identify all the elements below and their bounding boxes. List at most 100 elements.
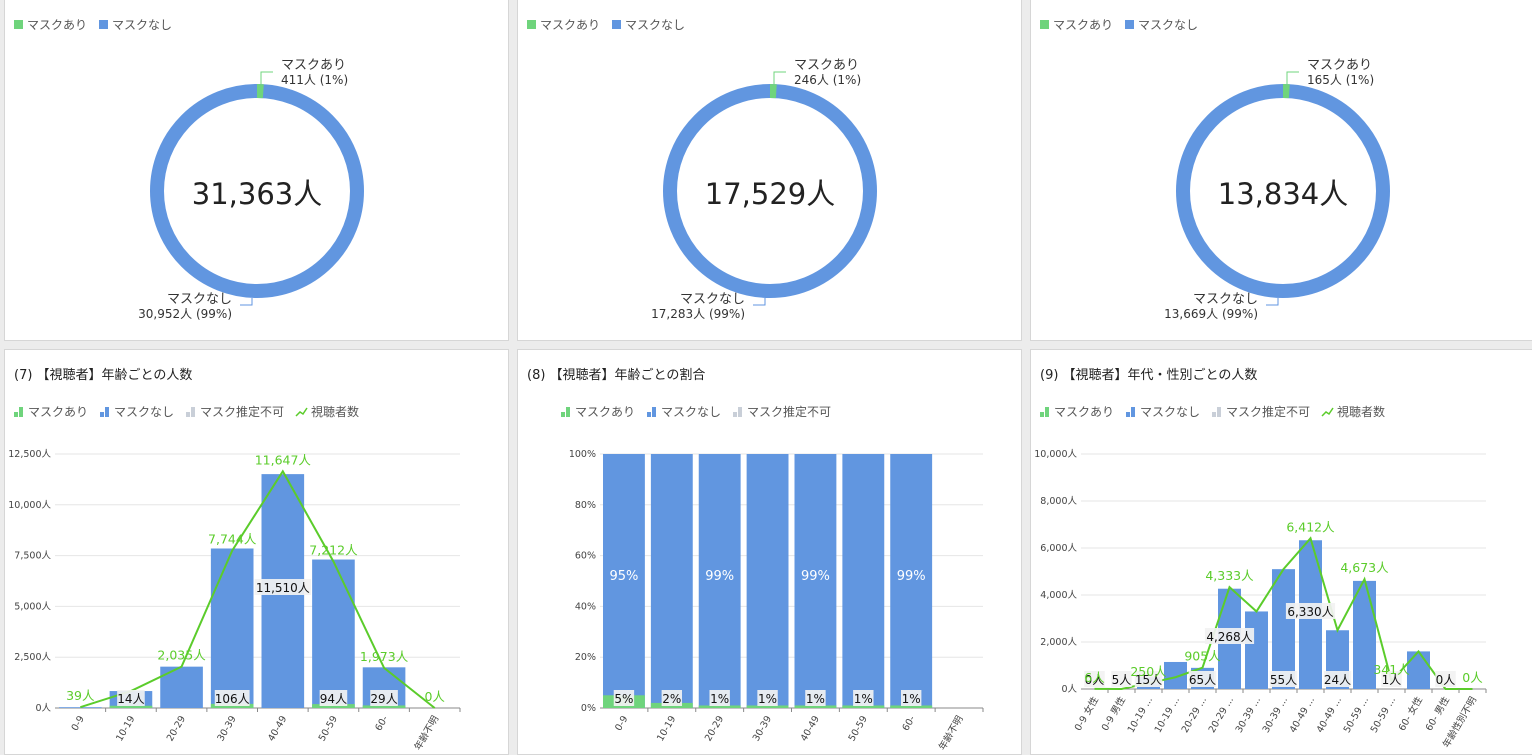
leader-line-on xyxy=(1287,72,1299,84)
leader-line-on xyxy=(774,72,786,84)
donut-panel-1: マスクあり マスクなし 31,363人 マスクあり 411人 (1%) マスクな… xyxy=(4,0,509,341)
chart8-xtick: 0-9 xyxy=(613,714,630,733)
chart7-xtick: 20-29 xyxy=(165,714,188,743)
chart7-line-label: 11,647人 xyxy=(255,452,312,467)
chart8-off-label: 99% xyxy=(801,569,830,584)
donut-center-value: 17,529人 xyxy=(705,177,835,211)
chart8-off-label: 95% xyxy=(609,569,638,584)
chart7-line-label: 39人 xyxy=(66,688,95,703)
chart8-panel: (8) 【視聴者】年齢ごとの割合 マスクあり マスクなし マスク推定不可 0%2… xyxy=(517,349,1022,755)
chart7-plot: 0人2,500人5,000人7,500人10,000人12,500人14人106… xyxy=(5,350,509,755)
chart8-off-label: 99% xyxy=(897,569,926,584)
chart7-bar-mask-off xyxy=(59,707,102,708)
chart8-bar-mask-off xyxy=(842,454,884,708)
chart7-ytick: 12,500人 xyxy=(8,449,51,460)
chart7-ytick: 10,000人 xyxy=(8,500,51,511)
chart7-line-label: 7,212人 xyxy=(309,542,358,557)
chart9-xtick: 40-49 ... xyxy=(1315,695,1344,735)
chart9-xtick: 60- 男性 xyxy=(1423,694,1452,733)
chart7-xtick: 40-49 xyxy=(266,714,289,743)
donut-off-label: マスクなし xyxy=(167,292,232,307)
chart9-bar-mask-off xyxy=(1245,611,1268,689)
donut-off-value: 13,669人 (99%) xyxy=(1164,307,1258,321)
chart9-ytick: 10,000人 xyxy=(1034,449,1077,460)
chart9-xtick: 20-29 ... xyxy=(1207,695,1236,735)
chart7-ytick: 0人 xyxy=(35,703,51,714)
chart7-xtick: 10-19 xyxy=(114,714,137,743)
leader-line-on xyxy=(261,72,273,84)
chart8-off-label: 99% xyxy=(705,569,734,584)
chart9-bar-mask-off xyxy=(1164,662,1187,689)
chart8-on-label: 1% xyxy=(806,692,825,706)
chart9-line-label: 0人 xyxy=(1462,670,1483,685)
chart9-bar-label: 4,268人 xyxy=(1206,630,1252,644)
chart8-on-label: 5% xyxy=(614,692,633,706)
donut-on-label: マスクあり xyxy=(794,58,859,73)
chart8-plot: 0%20%40%60%80%100%5%2%1%1%1%1%1%95%99%99… xyxy=(518,350,1022,755)
donut-off-label: マスクなし xyxy=(1193,292,1258,307)
chart7-xtick: 60- xyxy=(373,714,390,733)
chart9-xtick: 60- 女性 xyxy=(1396,694,1425,733)
chart9-ytick: 8,000人 xyxy=(1040,496,1077,507)
donut-center-value: 13,834人 xyxy=(1218,177,1348,211)
donut-on-label: マスクあり xyxy=(1307,58,1372,73)
chart9-xtick: 30-39 ... xyxy=(1234,695,1263,735)
donut-center-value: 31,363人 xyxy=(192,177,322,211)
donut-on-value: 411人 (1%) xyxy=(281,73,348,87)
leader-line-off xyxy=(753,298,765,305)
chart9-ytick: 4,000人 xyxy=(1040,590,1077,601)
chart9-line-label: 6人 xyxy=(1084,670,1105,685)
chart8-on-label: 1% xyxy=(710,692,729,706)
chart8-bar-mask-off xyxy=(747,454,789,708)
donut-off-value: 30,952人 (99%) xyxy=(138,307,232,321)
chart9-bar-label: 55人 xyxy=(1270,673,1297,687)
donut-chart: 31,363人 マスクあり 411人 (1%) マスクなし 30,952人 (9… xyxy=(5,0,509,341)
chart9-bar-label: 5人 xyxy=(1112,673,1132,687)
chart7-bar-label: 94人 xyxy=(320,692,347,706)
chart9-xtick: 0-9 女性 xyxy=(1072,694,1101,733)
chart9-bar-label: 24人 xyxy=(1324,673,1351,687)
chart9-line-label: 4,673人 xyxy=(1340,560,1389,575)
chart7-xtick: 0-9 xyxy=(70,714,87,733)
chart8-ytick: 60% xyxy=(575,551,596,562)
chart7-bar-mask-off xyxy=(211,548,254,708)
chart9-xtick: 40-49 ... xyxy=(1288,695,1317,735)
chart8-ytick: 100% xyxy=(569,449,596,460)
chart9-bar-label: 0人 xyxy=(1436,673,1456,687)
chart7-ytick: 2,500人 xyxy=(14,652,51,663)
donut-off-value: 17,283人 (99%) xyxy=(651,307,745,321)
chart8-ytick: 40% xyxy=(575,601,596,612)
chart8-xtick: 60- xyxy=(900,714,917,733)
chart7-xtick: 50-59 xyxy=(317,714,340,743)
chart7-xtick: 30-39 xyxy=(215,714,238,743)
chart7-panel: (7) 【視聴者】年齢ごとの人数 マスクあり マスクなし マスク推定不可 視聴者… xyxy=(4,349,509,755)
donut-on-value: 246人 (1%) xyxy=(794,73,861,87)
chart7-bar-label: 11,510人 xyxy=(256,581,310,595)
chart7-bar-label: 14人 xyxy=(117,692,144,706)
donut-panel-3: マスクあり マスクなし 13,834人 マスクあり 165人 (1%) マスクな… xyxy=(1030,0,1532,341)
chart9-xtick: 0-9 男性 xyxy=(1099,694,1128,733)
chart8-xtick: 40-49 xyxy=(799,714,822,743)
chart7-ytick: 5,000人 xyxy=(14,601,51,612)
chart9-bar-label: 6,330人 xyxy=(1287,605,1333,619)
donut-panel-2: マスクあり マスクなし 17,529人 マスクあり 246人 (1%) マスクな… xyxy=(517,0,1022,341)
donut-off-label: マスクなし xyxy=(680,292,745,307)
chart9-line-label: 4,333人 xyxy=(1205,568,1254,583)
chart7-bar-label: 29人 xyxy=(370,692,397,706)
donut-on-value: 165人 (1%) xyxy=(1307,73,1374,87)
chart8-ytick: 0% xyxy=(581,703,596,714)
chart9-line-label: 6,412人 xyxy=(1286,519,1335,534)
chart8-on-label: 1% xyxy=(902,692,921,706)
donut-on-label: マスクあり xyxy=(281,58,346,73)
chart9-bar-mask-off xyxy=(1407,651,1430,689)
chart9-xtick: 50-59 ... xyxy=(1342,695,1371,735)
chart8-xtick: 20-29 xyxy=(703,714,726,743)
chart9-ytick: 0人 xyxy=(1061,684,1077,695)
chart7-bar-label: 106人 xyxy=(215,692,250,706)
chart8-on-label: 1% xyxy=(854,692,873,706)
chart7-line-label: 1,973人 xyxy=(360,649,409,664)
chart7-line-label: 2,035人 xyxy=(157,648,206,663)
donut-chart: 13,834人 マスクあり 165人 (1%) マスクなし 13,669人 (9… xyxy=(1031,0,1532,341)
chart7-line-label: 0人 xyxy=(424,689,445,704)
chart8-bar-mask-off xyxy=(651,454,693,708)
